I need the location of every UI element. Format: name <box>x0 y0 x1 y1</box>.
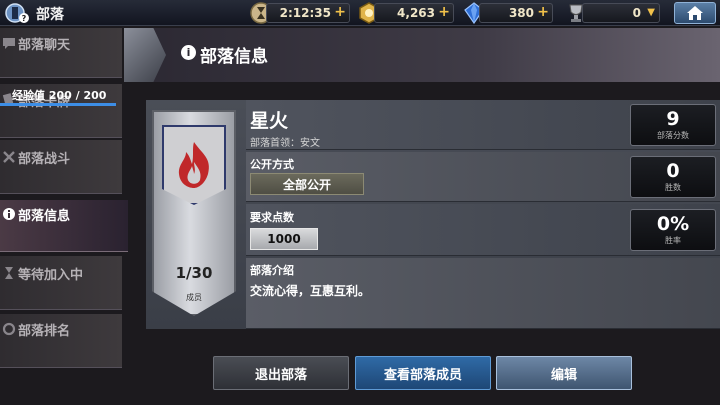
sidebar-item-clan-ranking[interactable]: 部落排名 <box>0 314 122 368</box>
sidebar-item-label: 部落信息 <box>18 209 71 224</box>
sidebar-item-clan-info[interactable]: 部落信息 <box>0 200 128 252</box>
sidebar-item-label: 部落战斗 <box>18 152 71 167</box>
gold-counter: 4,263 + <box>374 3 454 23</box>
member-count: 1/30 <box>175 264 213 282</box>
required-points-label: 要求点数 <box>250 211 294 224</box>
exp-progress-fill <box>0 103 116 106</box>
trophy-counter: 0 ▼ <box>582 3 660 23</box>
stat-value: 0 <box>666 160 680 182</box>
stat-clan-score: 9 部落分数 <box>630 104 716 146</box>
home-icon <box>687 6 703 20</box>
clan-logo-icon: ? <box>5 3 29 23</box>
queue-icon <box>2 266 16 280</box>
sidebar-item-label: 部落聊天 <box>18 38 71 53</box>
timer-counter: 2:12:35 + <box>266 3 350 23</box>
trophy-dropdown-icon[interactable]: ▼ <box>647 7 655 18</box>
clan-description: 交流心得，互惠互利。 <box>250 284 371 298</box>
stat-wins: 0 胜数 <box>630 156 716 198</box>
trophy-value: 0 <box>632 6 641 20</box>
svg-text:?: ? <box>22 14 27 23</box>
view-members-button[interactable]: 查看部落成员 <box>355 356 491 390</box>
gem-value: 380 <box>508 6 534 20</box>
stat-caption: 部落分数 <box>657 131 689 140</box>
leave-clan-button[interactable]: 退出部落 <box>213 356 349 390</box>
required-points-field[interactable]: 1000 <box>250 228 318 250</box>
description-label: 部落介绍 <box>250 264 294 277</box>
flame-emblem-icon <box>162 125 226 205</box>
gem-counter: 380 + <box>479 3 553 23</box>
timer-add-button[interactable]: + <box>334 4 346 20</box>
clan-leader: 部落首领：安文 <box>250 138 320 149</box>
home-button[interactable] <box>674 2 716 24</box>
gem-add-button[interactable]: + <box>537 4 549 20</box>
join-mode-label: 公开方式 <box>250 158 294 171</box>
sidebar-item-clan-battle[interactable]: 部落战斗 <box>0 140 122 194</box>
info-icon <box>2 207 16 221</box>
info-icon: i <box>181 45 196 60</box>
edit-button[interactable]: 编辑 <box>496 356 632 390</box>
clan-menu-button[interactable]: ? <box>2 1 32 25</box>
gold-value: 4,263 <box>397 6 435 20</box>
clan-name: 星火 <box>250 110 289 132</box>
ranking-icon <box>2 322 16 336</box>
stat-caption: 胜数 <box>665 183 681 192</box>
sidebar-item-pending[interactable]: 等待加入中 <box>0 256 122 310</box>
swords-icon <box>2 150 16 164</box>
sidebar-item-label: 部落排名 <box>18 324 71 339</box>
page-title: 部落 <box>36 7 64 23</box>
stat-value: 0% <box>656 213 690 235</box>
section-title: 部落信息 <box>200 47 268 67</box>
timer-value: 2:12:35 <box>279 6 331 20</box>
exp-progress-bar <box>0 103 116 106</box>
sidebar-item-label: 等待加入中 <box>18 268 84 283</box>
chat-icon <box>2 36 16 50</box>
exp-label: 经验值 200 / 200 <box>12 89 107 102</box>
member-caption: 成员 <box>186 293 202 302</box>
sidebar-item-clan-chat[interactable]: 部落聊天 <box>0 28 122 78</box>
top-bar: ? 部落 2:12:35 + 4,263 + 380 + 0 ▼ <box>0 0 720 26</box>
gold-add-button[interactable]: + <box>438 4 450 20</box>
join-mode-select[interactable]: 全部公开 <box>250 173 364 195</box>
stat-win-rate: 0% 胜率 <box>630 209 716 251</box>
stat-caption: 胜率 <box>665 236 681 245</box>
stat-value: 9 <box>666 108 680 130</box>
